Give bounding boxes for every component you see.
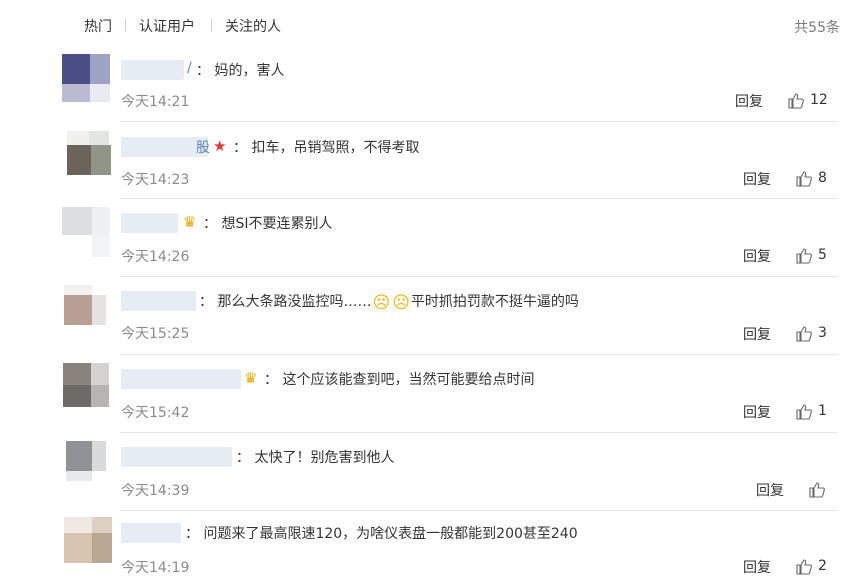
username-obscured[interactable] xyxy=(121,291,196,311)
crown-icon: ♛ xyxy=(244,369,258,387)
crying-face-icon: ☹ xyxy=(392,293,410,313)
comment-text-part: 平时抓拍罚款不挺牛逼的吗 xyxy=(410,294,579,310)
crying-face-icon: ☹ xyxy=(372,293,391,313)
thumbs-up-icon xyxy=(796,559,812,575)
avatar[interactable] xyxy=(62,54,110,102)
comment-text: ： 问题来了最高限速120，为啥仪表盘一般都能到200甚至240 xyxy=(185,526,578,542)
divider xyxy=(120,121,838,122)
comment-panel: 热门 认证用户 关注的人 共55条 / ： 妈的，害人 今天14:21 回复 1… xyxy=(0,0,860,587)
divider xyxy=(120,354,838,355)
comment-time: 今天14:19 xyxy=(121,560,190,576)
tab-divider xyxy=(125,19,126,32)
thumbs-up-icon xyxy=(809,482,825,498)
reply-button[interactable]: 回复 xyxy=(743,169,771,189)
avatar[interactable] xyxy=(64,517,112,565)
like-button[interactable] xyxy=(809,481,829,499)
reply-button[interactable]: 回复 xyxy=(735,91,763,111)
comment-text: ： 想SI不要连累别人 xyxy=(203,216,333,232)
thumbs-up-icon xyxy=(788,93,804,109)
like-count: 12 xyxy=(810,92,828,108)
like-button[interactable]: 3 xyxy=(796,325,836,343)
avatar[interactable] xyxy=(64,285,112,333)
tab-following[interactable]: 关注的人 xyxy=(225,16,281,36)
comment-item: / ： 妈的，害人 今天14:21 回复 12 xyxy=(0,54,860,122)
comment-time: 今天14:21 xyxy=(121,94,190,110)
like-count: 3 xyxy=(818,325,827,341)
username-obscured[interactable] xyxy=(121,137,208,157)
divider xyxy=(120,276,838,277)
comment-item: ： 那么大条路没监控吗……☹ ☹平时抓拍罚款不挺牛逼的吗 今天15:25 回复 3 xyxy=(0,285,860,355)
avatar[interactable] xyxy=(66,441,114,489)
reply-button[interactable]: 回复 xyxy=(743,324,771,344)
like-button[interactable]: 2 xyxy=(796,558,836,576)
username-obscured[interactable] xyxy=(121,369,241,389)
avatar[interactable] xyxy=(67,131,115,179)
reply-button[interactable]: 回复 xyxy=(743,557,771,577)
comment-text: ： 太快了！别危害到他人 xyxy=(236,450,395,466)
like-count: 2 xyxy=(818,558,827,574)
divider xyxy=(120,510,838,511)
reply-button[interactable]: 回复 xyxy=(743,402,771,422)
comment-filter-tabs: 热门 认证用户 关注的人 共55条 xyxy=(0,0,860,50)
tab-hot[interactable]: 热门 xyxy=(84,16,112,36)
like-count: 8 xyxy=(818,170,827,186)
tab-divider xyxy=(211,19,212,32)
comment-total-count: 共55条 xyxy=(794,20,840,36)
comment-item: ♛ ： 想SI不要连累别人 今天14:26 回复 5 xyxy=(0,207,860,277)
reply-button[interactable]: 回复 xyxy=(743,246,771,266)
comment-text: ： 这个应该能查到吧，当然可能要给点时间 xyxy=(264,372,535,388)
avatar[interactable] xyxy=(62,207,110,257)
like-count: 1 xyxy=(818,403,827,419)
comment-item: 股 ★ ： 扣车，吊销驾照，不得考取 今天14:23 回复 8 xyxy=(0,131,860,199)
comment-text-part: ： 那么大条路没监控吗…… xyxy=(199,294,372,310)
comment-time: 今天14:39 xyxy=(121,483,190,499)
username-fragment[interactable]: / xyxy=(187,60,192,76)
comment-time: 今天14:23 xyxy=(121,172,190,188)
username-obscured[interactable] xyxy=(121,447,232,467)
thumbs-up-icon xyxy=(796,404,812,420)
comment-time: 今天15:25 xyxy=(121,326,190,342)
comment-text: ： 扣车，吊销驾照，不得考取 xyxy=(233,140,420,156)
like-button[interactable]: 1 xyxy=(796,403,836,421)
like-count: 5 xyxy=(818,247,827,263)
reply-button[interactable]: 回复 xyxy=(756,480,784,500)
thumbs-up-icon xyxy=(796,248,812,264)
comment-text: ： 那么大条路没监控吗……☹ ☹平时抓拍罚款不挺牛逼的吗 xyxy=(199,291,579,312)
crown-icon: ♛ xyxy=(183,213,197,231)
comment-text: ： 妈的，害人 xyxy=(196,63,285,79)
comment-item: ： 太快了！别危害到他人 今天14:39 回复 xyxy=(0,441,860,511)
thumbs-up-icon xyxy=(796,171,812,187)
comment-item: ♛ ： 这个应该能查到吧，当然可能要给点时间 今天15:42 回复 1 xyxy=(0,363,860,433)
like-button[interactable]: 8 xyxy=(796,170,836,188)
username-obscured[interactable] xyxy=(121,60,184,80)
username-obscured[interactable] xyxy=(121,523,181,543)
comment-item: ： 问题来了最高限速120，为啥仪表盘一般都能到200甚至240 今天14:19… xyxy=(0,517,860,587)
comment-time: 今天15:42 xyxy=(121,405,190,421)
divider xyxy=(120,432,838,433)
divider xyxy=(120,198,838,199)
avatar[interactable] xyxy=(63,363,111,411)
thumbs-up-icon xyxy=(796,326,812,342)
like-button[interactable]: 5 xyxy=(796,247,836,265)
tab-verified-users[interactable]: 认证用户 xyxy=(139,16,195,36)
comment-time: 今天14:26 xyxy=(121,249,190,265)
username-obscured[interactable] xyxy=(121,213,178,233)
like-button[interactable]: 12 xyxy=(788,92,833,110)
username-fragment[interactable]: 股 xyxy=(196,137,210,157)
star-icon: ★ xyxy=(213,137,227,155)
